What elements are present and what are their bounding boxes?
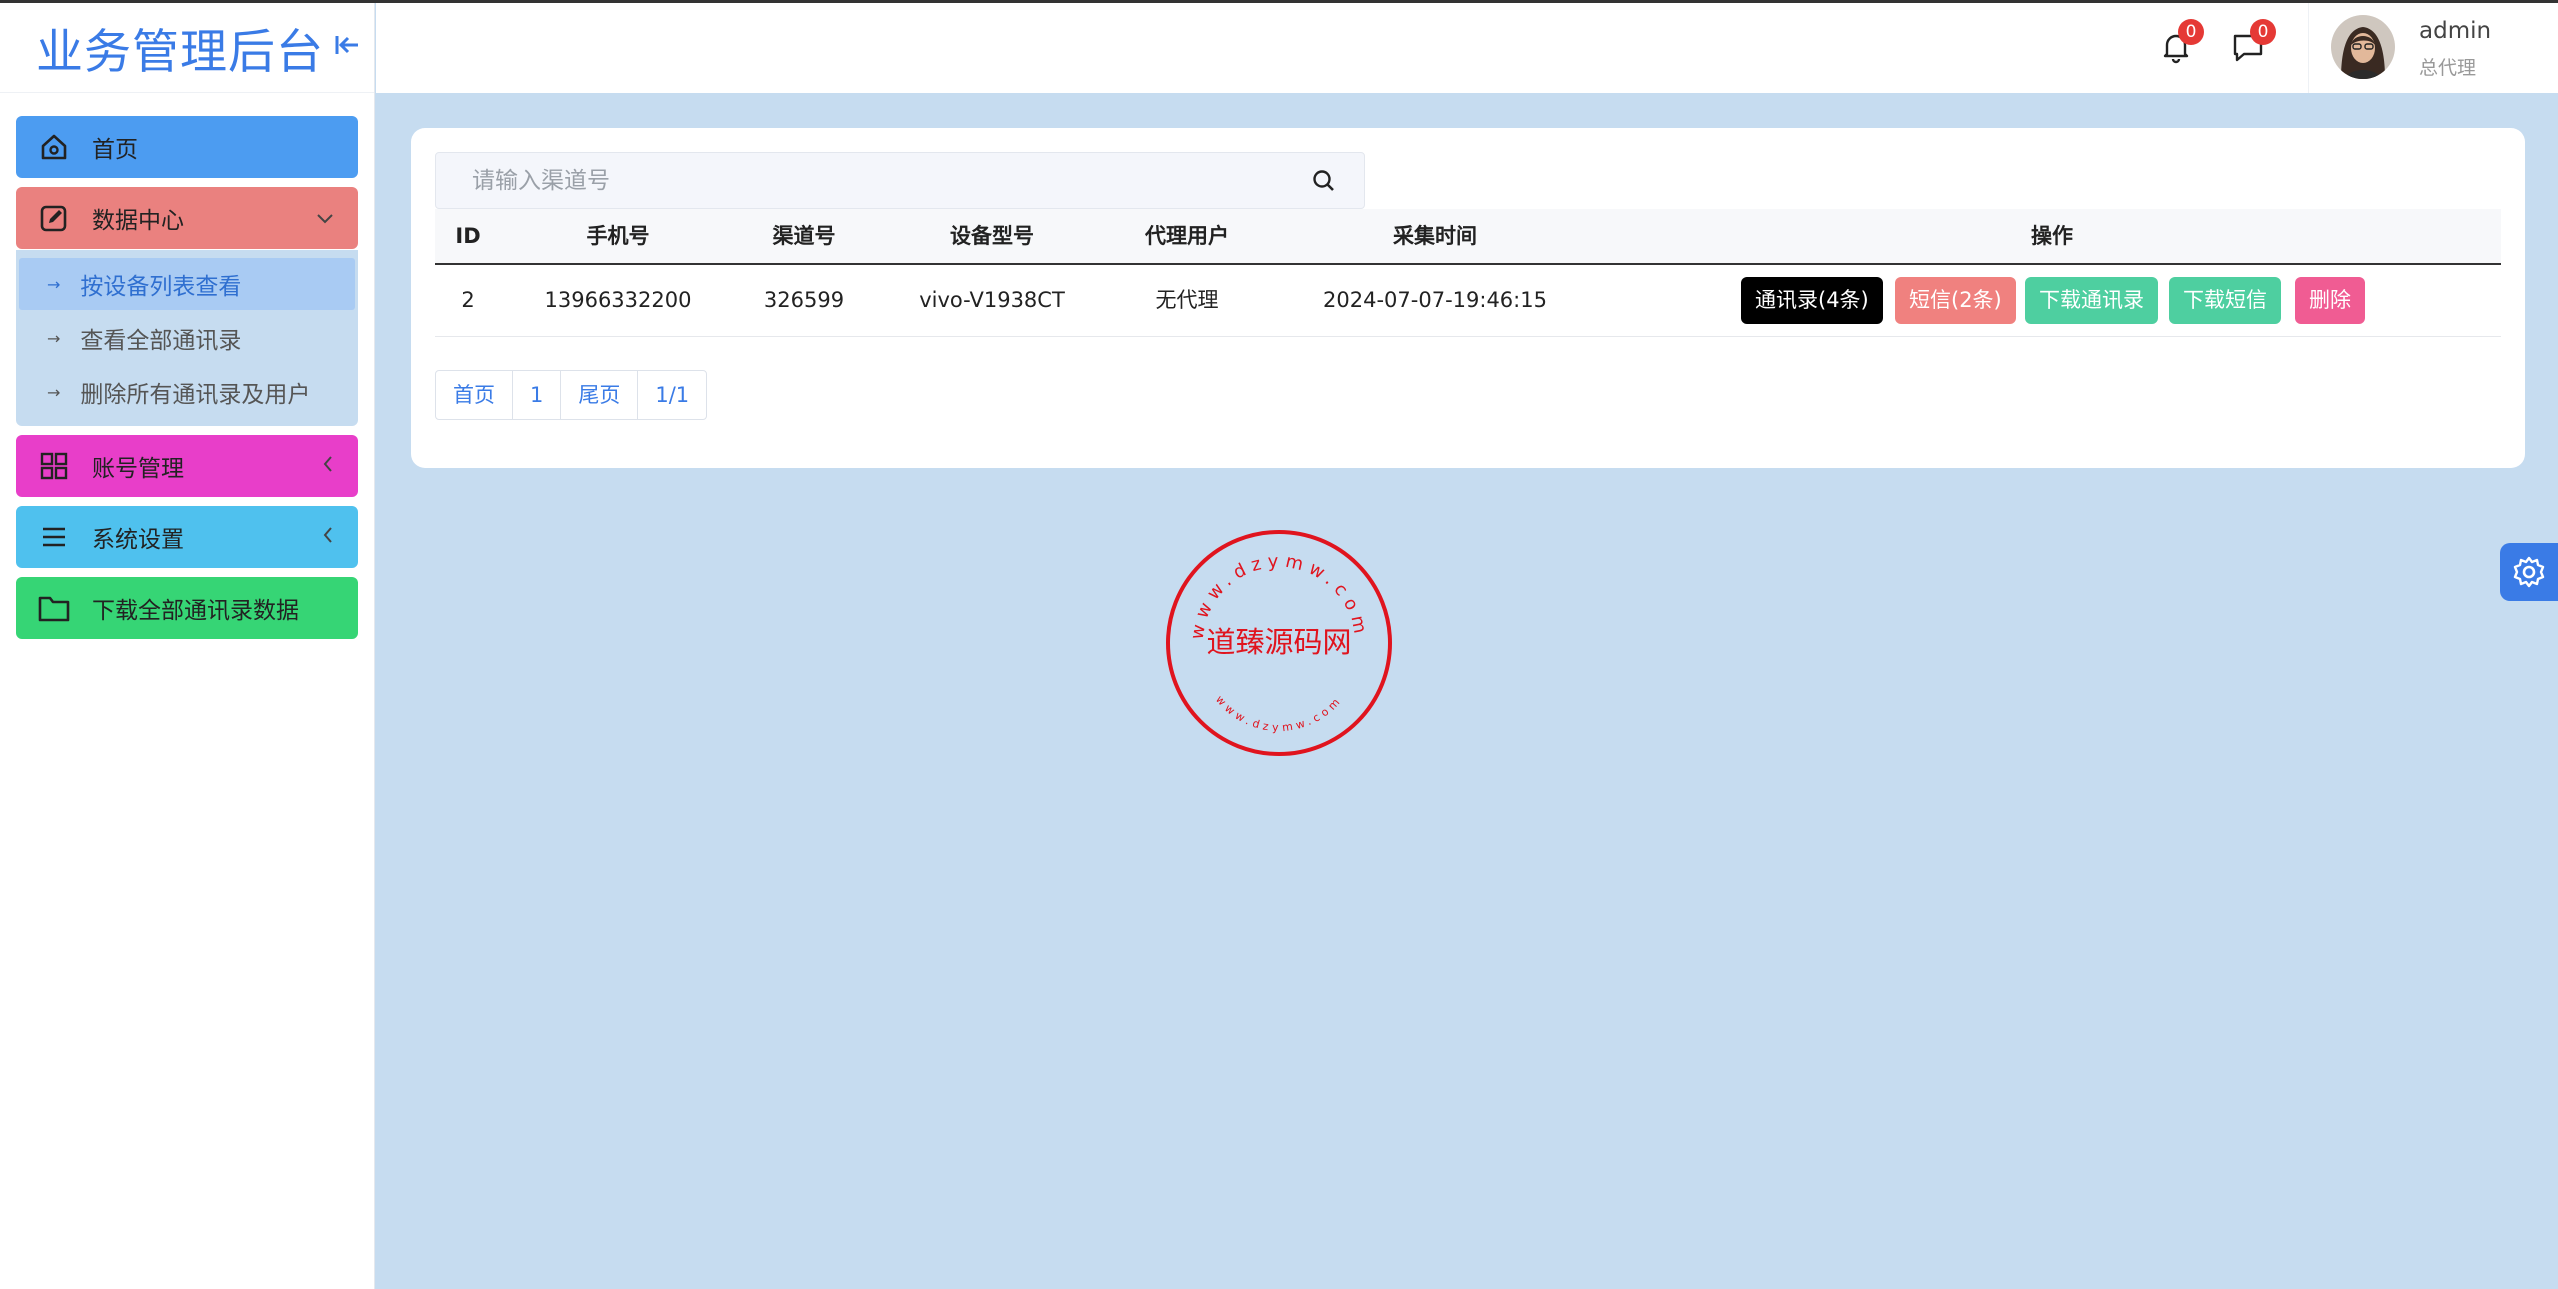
device-list-card: ID 手机号 渠道号 设备型号 代理用户 采集时间 操作 2 139663322… bbox=[411, 128, 2525, 468]
column-header-phone: 手机号 bbox=[586, 224, 650, 248]
column-header-id: ID bbox=[455, 224, 481, 248]
collapse-left-icon[interactable] bbox=[334, 33, 360, 63]
sidebar-item-label: 下载全部通讯录数据 bbox=[92, 598, 299, 624]
watermark-stamp: www.dzymw.com www.dzymw.com 道臻源码网 bbox=[1163, 527, 1395, 759]
svg-text:www.dzymw.com: www.dzymw.com bbox=[1213, 693, 1345, 734]
notification-count-badge: 0 bbox=[2178, 19, 2204, 45]
pagination-page[interactable]: 1 bbox=[513, 371, 562, 419]
cell-phone: 13966332200 bbox=[544, 288, 692, 312]
pagination-first[interactable]: 首页 bbox=[436, 371, 513, 419]
column-header-device: 设备型号 bbox=[950, 224, 1034, 248]
sidebar: 业务管理后台 首页 数据中心 → 按设备列表查看 → 查看全部通讯录 → 删除所… bbox=[0, 3, 375, 1289]
sidebar-item-label: 账号管理 bbox=[92, 456, 184, 482]
column-header-channel: 渠道号 bbox=[772, 224, 836, 248]
edit-icon bbox=[38, 202, 70, 234]
sidebar-item-settings[interactable]: 系统设置 bbox=[16, 506, 358, 568]
table-header: ID 手机号 渠道号 设备型号 代理用户 采集时间 操作 bbox=[435, 209, 2501, 265]
floating-settings-button[interactable] bbox=[2500, 543, 2558, 601]
search-icon[interactable] bbox=[1310, 167, 1338, 195]
folder-icon bbox=[38, 592, 70, 624]
download-sms-button[interactable]: 下载短信 bbox=[2169, 277, 2281, 324]
column-header-time: 采集时间 bbox=[1393, 224, 1477, 248]
home-icon bbox=[38, 131, 70, 163]
user-name[interactable]: admin bbox=[2419, 18, 2491, 44]
pagination-last[interactable]: 尾页 bbox=[561, 371, 639, 419]
grid-icon bbox=[38, 450, 70, 482]
chevron-left-icon bbox=[322, 524, 334, 550]
pagination: 首页 1 尾页 1/1 bbox=[435, 370, 708, 420]
cell-agent: 无代理 bbox=[1155, 288, 1219, 312]
column-header-agent: 代理用户 bbox=[1145, 224, 1229, 248]
table-row: 2 13966332200 326599 vivo-V1938CT 无代理 20… bbox=[435, 265, 2501, 337]
sidebar-item-home[interactable]: 首页 bbox=[16, 116, 358, 178]
sidebar-nav: 首页 数据中心 → 按设备列表查看 → 查看全部通讯录 → 删除所有通讯录及用户 bbox=[0, 116, 374, 639]
sidebar-item-accounts[interactable]: 账号管理 bbox=[16, 435, 358, 497]
top-header: 0 0 admin 总代理 bbox=[376, 3, 2558, 93]
messages-button[interactable]: 0 bbox=[2228, 19, 2276, 67]
submenu-item-all-contacts[interactable]: → 查看全部通讯录 bbox=[19, 312, 355, 364]
contacts-button[interactable]: 通讯录(4条) bbox=[1741, 277, 1883, 324]
arrow-right-icon: → bbox=[47, 382, 61, 402]
submenu-item-delete-all[interactable]: → 删除所有通讯录及用户 bbox=[19, 366, 355, 418]
cell-time: 2024-07-07-19:46:15 bbox=[1323, 288, 1547, 312]
sidebar-item-label: 数据中心 bbox=[92, 208, 184, 234]
cell-id: 2 bbox=[461, 288, 475, 312]
sidebar-item-label: 首页 bbox=[92, 137, 138, 163]
device-table: ID 手机号 渠道号 设备型号 代理用户 采集时间 操作 2 139663322… bbox=[435, 209, 2501, 337]
pagination-info: 1/1 bbox=[655, 383, 690, 407]
sms-button[interactable]: 短信(2条) bbox=[1895, 277, 2016, 324]
stamp-text: 道臻源码网 bbox=[1206, 625, 1351, 659]
arrow-right-icon: → bbox=[47, 274, 61, 294]
chevron-down-icon bbox=[316, 205, 334, 231]
submenu-item-label: 删除所有通讯录及用户 bbox=[80, 382, 311, 408]
stamp-ring-text-bottom: www.dzymw.com bbox=[1213, 693, 1341, 734]
download-contacts-button[interactable]: 下载通讯录 bbox=[2025, 277, 2158, 324]
data-center-submenu: → 按设备列表查看 → 查看全部通讯录 → 删除所有通讯录及用户 bbox=[16, 250, 358, 426]
gear-icon bbox=[2513, 556, 2545, 588]
channel-search-input[interactable] bbox=[436, 153, 1286, 208]
submenu-item-device-list[interactable]: → 按设备列表查看 bbox=[19, 258, 355, 310]
submenu-item-label: 按设备列表查看 bbox=[80, 274, 242, 300]
app-title: 业务管理后台 bbox=[36, 25, 324, 80]
arrow-right-icon: → bbox=[47, 328, 61, 348]
user-role: 总代理 bbox=[2419, 57, 2477, 79]
sidebar-item-download-all[interactable]: 下载全部通讯录数据 bbox=[16, 577, 358, 639]
sidebar-item-label: 系统设置 bbox=[92, 527, 184, 553]
delete-button[interactable]: 删除 bbox=[2295, 277, 2365, 324]
sidebar-item-data-center[interactable]: 数据中心 bbox=[16, 187, 358, 249]
cell-channel: 326599 bbox=[763, 288, 845, 312]
header-divider bbox=[2308, 3, 2309, 93]
column-header-actions: 操作 bbox=[2031, 224, 2073, 248]
cell-device: vivo-V1938CT bbox=[919, 288, 1065, 312]
submenu-item-label: 查看全部通讯录 bbox=[80, 328, 242, 354]
notifications-button[interactable]: 0 bbox=[2156, 19, 2204, 67]
chevron-left-icon bbox=[322, 453, 334, 479]
brand-bar: 业务管理后台 bbox=[0, 3, 374, 93]
menu-icon bbox=[38, 521, 70, 553]
search-box bbox=[435, 152, 1365, 209]
message-count-badge: 0 bbox=[2250, 19, 2276, 45]
avatar[interactable] bbox=[2331, 15, 2395, 79]
